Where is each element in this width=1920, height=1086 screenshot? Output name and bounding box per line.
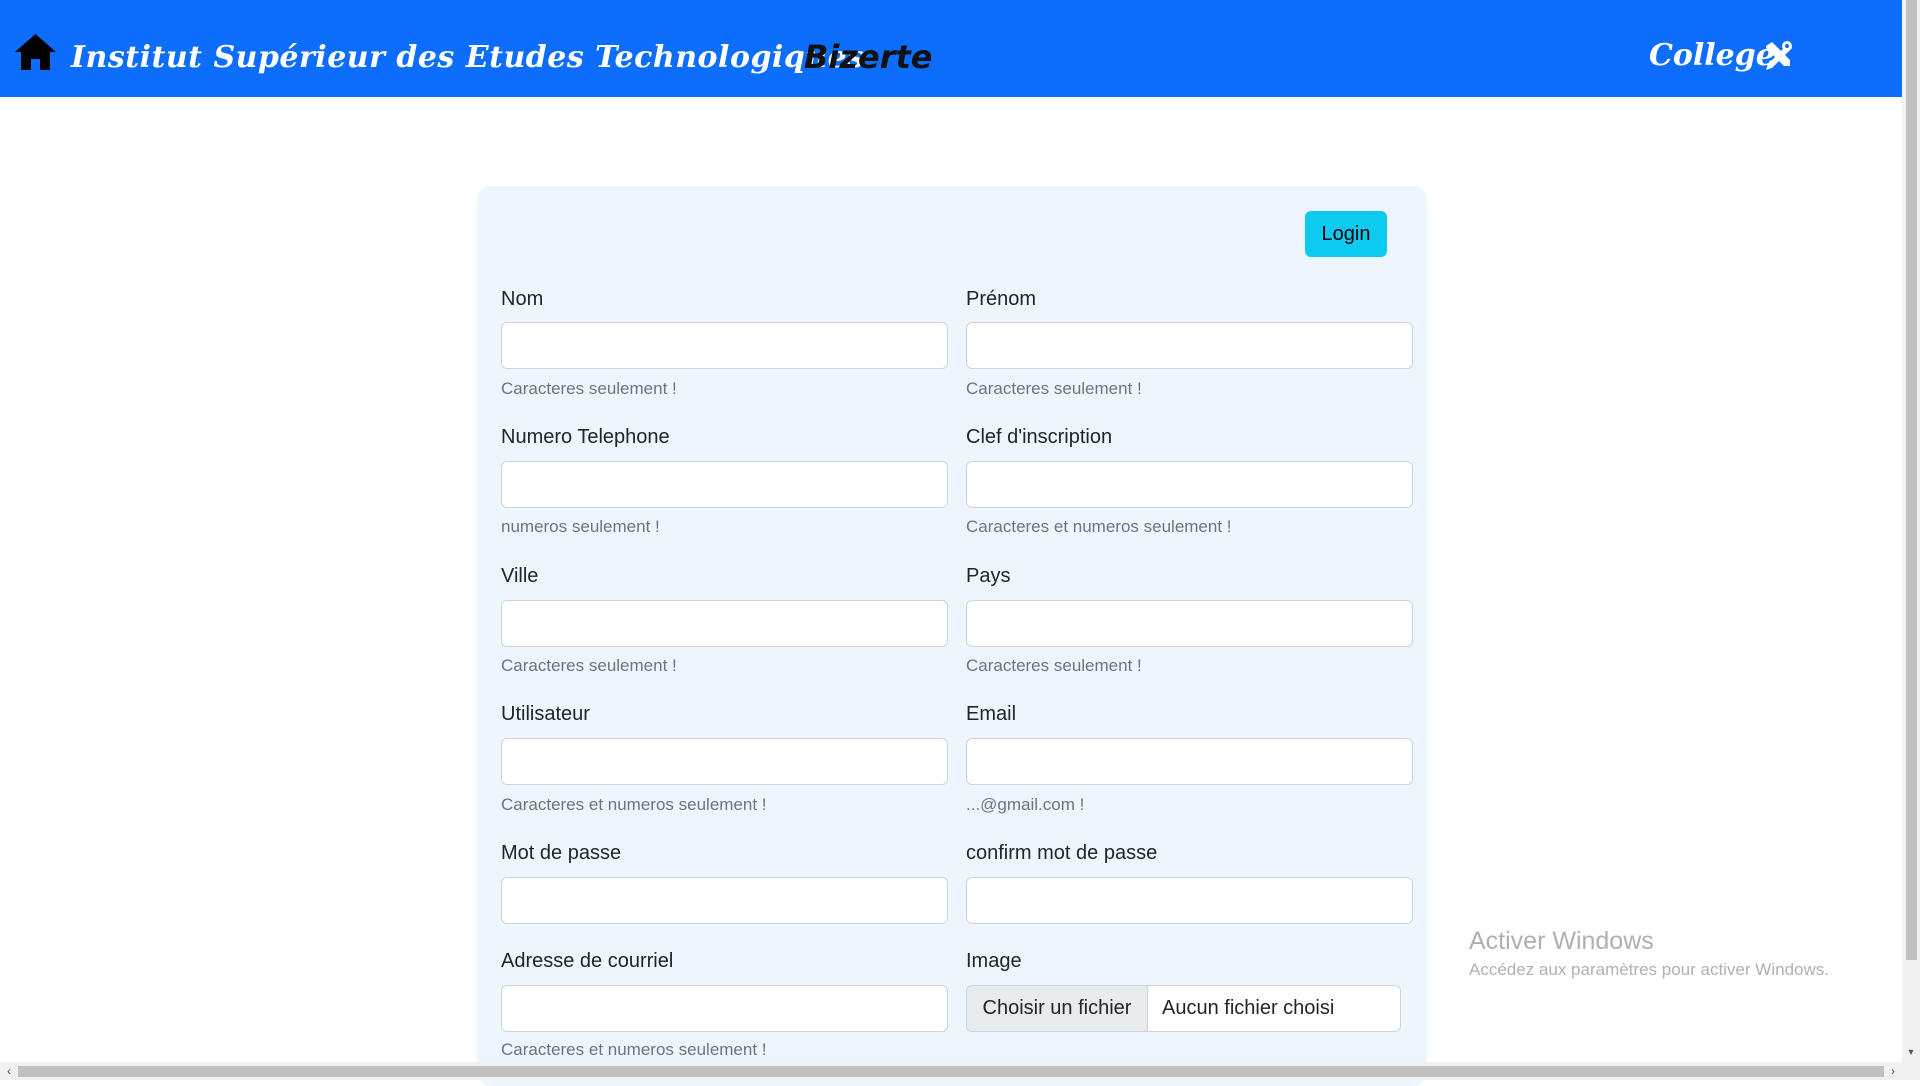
email-label: Email	[966, 703, 1017, 725]
tools-icon[interactable]	[1762, 40, 1794, 72]
prenom-label: Prénom	[966, 288, 1037, 310]
home-icon[interactable]	[14, 32, 57, 72]
scroll-down-arrow-icon[interactable]: ▾	[1906, 1048, 1916, 1058]
scroll-right-arrow-icon[interactable]: ›	[1886, 1064, 1900, 1078]
brand-link[interactable]: College	[1649, 36, 1775, 76]
telephone-input[interactable]	[501, 461, 948, 508]
site-title-accent[interactable]: Bizerte	[804, 38, 932, 78]
login-button[interactable]: Login	[1305, 211, 1387, 257]
utilisateur-label: Utilisateur	[501, 703, 590, 725]
nom-help: Caracteres seulement !	[501, 379, 677, 398]
ville-input[interactable]	[501, 600, 948, 647]
prenom-help: Caracteres seulement !	[966, 379, 1142, 398]
vertical-scrollbar[interactable]: ▾	[1902, 0, 1920, 1062]
nom-input[interactable]	[501, 322, 948, 369]
ville-help: Caracteres seulement !	[501, 656, 677, 675]
nom-label: Nom	[501, 288, 544, 310]
utilisateur-help: Caracteres et numeros seulement !	[501, 795, 767, 814]
clef-input[interactable]	[966, 461, 1413, 508]
image-file-input[interactable]: Choisir un fichier Aucun fichier choisi	[966, 985, 1401, 1032]
ville-label: Ville	[501, 565, 539, 587]
utilisateur-input[interactable]	[501, 738, 948, 785]
activate-windows-subtitle: Accédez aux paramètres pour activer Wind…	[1469, 960, 1829, 979]
clef-label: Clef d'inscription	[966, 426, 1113, 448]
confirm-mot-de-passe-label: confirm mot de passe	[966, 842, 1158, 864]
email-help: ...@gmail.com !	[966, 795, 1085, 814]
vertical-scrollbar-thumb[interactable]	[1906, 0, 1917, 960]
confirm-mot-de-passe-input[interactable]	[966, 877, 1413, 924]
mot-de-passe-label: Mot de passe	[501, 842, 622, 864]
adresse-help: Caracteres et numeros seulement !	[501, 1040, 767, 1059]
scroll-left-arrow-icon[interactable]: ‹	[2, 1064, 16, 1078]
email-input[interactable]	[966, 738, 1413, 785]
image-label: Image	[966, 950, 1022, 972]
pays-help: Caracteres seulement !	[966, 656, 1142, 675]
adresse-label: Adresse de courriel	[501, 950, 674, 972]
horizontal-scrollbar[interactable]: ‹ ›	[0, 1062, 1920, 1080]
adresse-input[interactable]	[501, 985, 948, 1032]
top-navbar: Institut Supérieur des Etudes Technologi…	[0, 0, 1902, 97]
pays-label: Pays	[966, 565, 1011, 587]
activate-windows-title: Activer Windows	[1469, 927, 1654, 955]
pays-input[interactable]	[966, 600, 1413, 647]
horizontal-scrollbar-thumb[interactable]	[18, 1066, 1884, 1077]
clef-help: Caracteres et numeros seulement !	[966, 517, 1232, 536]
telephone-label: Numero Telephone	[501, 426, 670, 448]
file-status: Aucun fichier choisi	[1162, 997, 1335, 1019]
mot-de-passe-input[interactable]	[501, 877, 948, 924]
telephone-help: numeros seulement !	[501, 517, 660, 536]
choose-file-button[interactable]: Choisir un fichier	[967, 986, 1148, 1031]
site-title[interactable]: Institut Supérieur des Etudes Technologi…	[71, 38, 865, 78]
prenom-input[interactable]	[966, 322, 1413, 369]
